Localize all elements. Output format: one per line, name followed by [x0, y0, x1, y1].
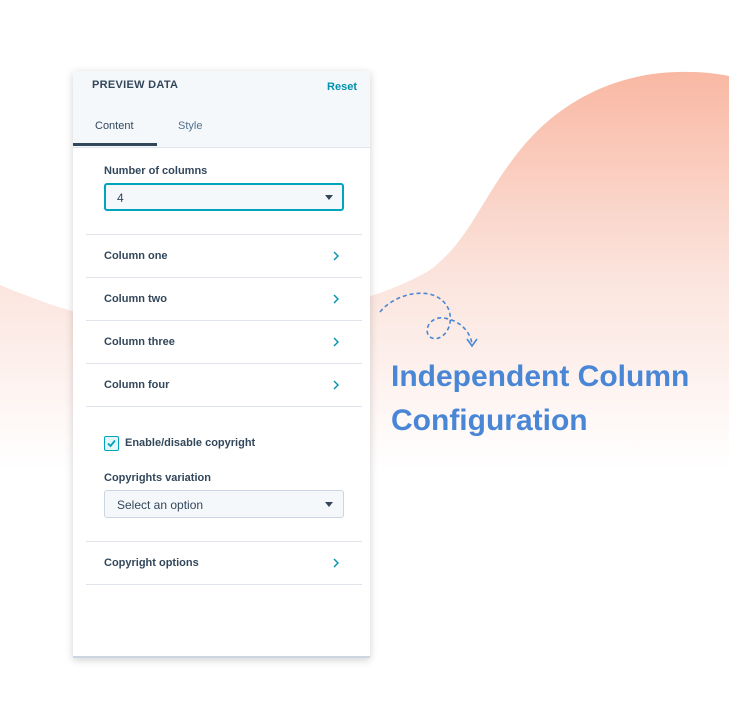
copyrights-variation-select[interactable]: Select an option	[104, 490, 344, 518]
column-four-label: Column four	[104, 379, 170, 391]
preview-data-panel: PREVIEW DATA Reset Content Style Number …	[73, 71, 370, 658]
copyright-options-row[interactable]: Copyright options	[86, 542, 362, 584]
headline-line-2: Configuration	[391, 404, 588, 437]
chevron-right-icon	[333, 337, 339, 347]
tab-content[interactable]: Content	[95, 120, 134, 132]
chevron-right-icon	[333, 251, 339, 261]
tab-bar: Content Style	[73, 107, 370, 148]
chevron-right-icon	[333, 558, 339, 568]
number-of-columns-select[interactable]: 4	[104, 183, 344, 211]
chevron-right-icon	[333, 380, 339, 390]
checkmark-icon	[107, 439, 116, 448]
column-one-label: Column one	[104, 250, 168, 262]
chevron-right-icon	[333, 294, 339, 304]
divider	[86, 584, 362, 585]
caret-down-icon	[325, 502, 333, 507]
tab-style[interactable]: Style	[178, 120, 202, 132]
column-four-row[interactable]: Column four	[86, 364, 362, 406]
enable-copyright-label: Enable/disable copyright	[125, 437, 256, 449]
column-three-row[interactable]: Column three	[86, 321, 362, 363]
divider	[86, 406, 362, 407]
reset-link[interactable]: Reset	[327, 81, 357, 93]
column-one-row[interactable]: Column one	[86, 235, 362, 277]
copyrights-variation-label: Copyrights variation	[104, 472, 211, 484]
number-of-columns-label: Number of columns	[104, 165, 208, 177]
caret-down-icon	[325, 195, 333, 200]
headline-line-1: Independent Column	[391, 360, 690, 393]
dashed-arrow-icon	[379, 292, 478, 348]
panel-title: PREVIEW DATA	[92, 79, 179, 91]
panel-header: PREVIEW DATA Reset	[73, 71, 370, 107]
column-two-label: Column two	[104, 293, 167, 305]
enable-copyright-checkbox[interactable]	[104, 436, 119, 451]
copyrights-variation-placeholder: Select an option	[117, 498, 204, 512]
active-tab-indicator	[73, 143, 157, 146]
headline: Independent Column Configuration	[391, 355, 689, 443]
copyright-options-label: Copyright options	[104, 557, 199, 569]
number-of-columns-value: 4	[117, 191, 124, 205]
column-three-label: Column three	[104, 336, 175, 348]
column-two-row[interactable]: Column two	[86, 278, 362, 320]
